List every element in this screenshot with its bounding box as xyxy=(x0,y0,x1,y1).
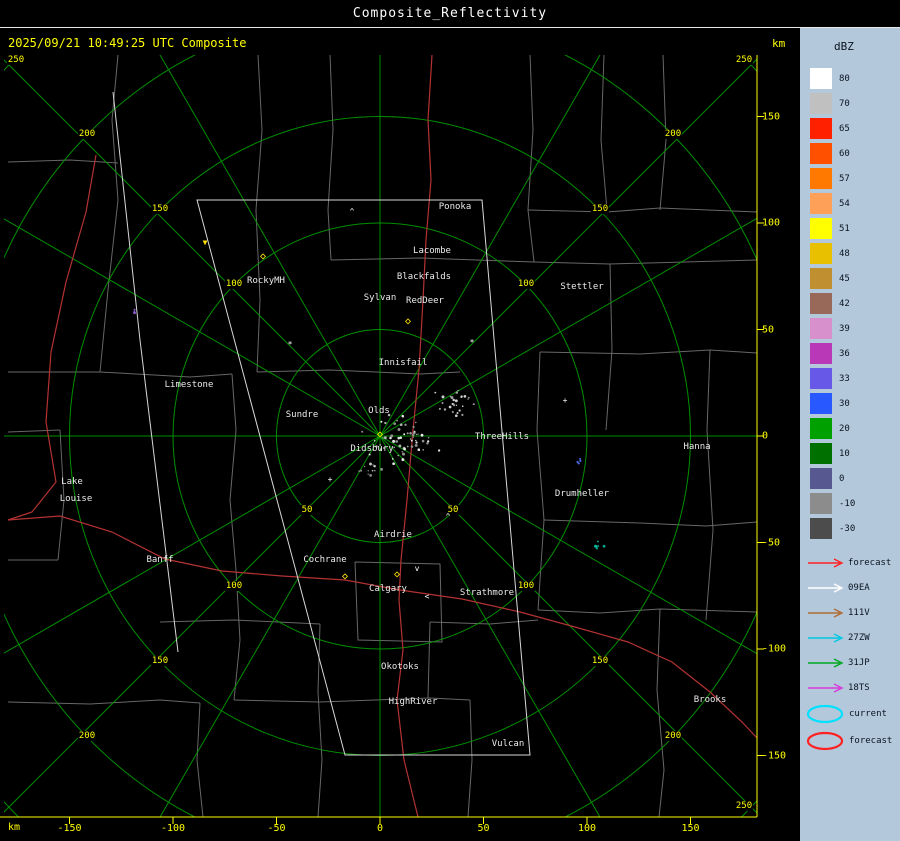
colorbar-value: 10 xyxy=(839,448,850,459)
colorbar-level: 60 xyxy=(800,141,900,166)
colorbar-swatch xyxy=(810,193,832,214)
colorbar-swatch xyxy=(810,268,832,289)
legend-arrow-row: forecast xyxy=(800,550,900,575)
storm-ellipse-icon xyxy=(806,731,844,750)
legend-arrow-label: 18TS xyxy=(848,682,870,693)
legend-arrow-label: 31JP xyxy=(848,657,870,668)
range-rings xyxy=(4,55,757,817)
colorbar-swatch xyxy=(810,418,832,439)
colorbar-swatch xyxy=(810,68,832,89)
colorbar-swatch xyxy=(810,518,832,539)
bottom-axis-unit: km xyxy=(8,822,21,833)
colorbar-level: 10 xyxy=(800,441,900,466)
colorbar-value: 45 xyxy=(839,273,850,284)
colorbar-level: 20 xyxy=(800,416,900,441)
colorbar-swatch xyxy=(810,468,832,489)
legend-ellipse-row: current xyxy=(800,700,900,727)
colorbar-title: dBZ xyxy=(834,40,854,53)
colorbar-level: 54 xyxy=(800,191,900,216)
colorbar-value: 36 xyxy=(839,348,850,359)
colorbar-level: 30 xyxy=(800,391,900,416)
legend-arrow-label: 09EA xyxy=(848,582,870,593)
legend-arrow-row: 18TS xyxy=(800,675,900,700)
colorbar-swatch xyxy=(810,168,832,189)
colorbar-value: 33 xyxy=(839,373,850,384)
storm-track-legend: forecast 09EA 111V 27ZW 31JP 18TS xyxy=(800,550,900,700)
legend-arrow-row: 09EA xyxy=(800,575,900,600)
legend-ellipse-label: forecast xyxy=(849,735,893,746)
colorbar-swatch xyxy=(810,493,832,514)
colorbar-level: 70 xyxy=(800,91,900,116)
colorbar-swatch xyxy=(810,343,832,364)
colorbar-value: 80 xyxy=(839,73,850,84)
colorbar-level: 39 xyxy=(800,316,900,341)
track-arrow-icon xyxy=(808,657,844,668)
legend-arrow-label: 111V xyxy=(848,607,870,618)
colorbar-value: 42 xyxy=(839,298,850,309)
timestamp: 2025/09/21 10:49:25 UTC Composite xyxy=(8,36,247,50)
colorbar-value: 57 xyxy=(839,173,850,184)
colorbar-value: 51 xyxy=(839,223,850,234)
colorbar-value: 30 xyxy=(839,398,850,409)
colorbar-level: 36 xyxy=(800,341,900,366)
colorbar-value: 54 xyxy=(839,198,850,209)
colorbar-swatch xyxy=(810,368,832,389)
colorbar-value: -10 xyxy=(839,498,856,509)
radar-map-canvas xyxy=(0,55,764,824)
colorbar-level: 45 xyxy=(800,266,900,291)
colorbar-swatch xyxy=(810,118,832,139)
track-arrow-icon xyxy=(808,682,844,693)
colorbar-swatch xyxy=(810,93,832,114)
right-axis-unit: km xyxy=(772,37,786,50)
reflectivity-echoes xyxy=(133,308,606,550)
colorbar-swatch xyxy=(810,293,832,314)
colorbar-swatch xyxy=(810,393,832,414)
colorbar-level: 0 xyxy=(800,466,900,491)
colorbar-value: 65 xyxy=(839,123,850,134)
colorbar-value: 70 xyxy=(839,98,850,109)
track-arrow-icon xyxy=(808,607,844,618)
track-arrow-icon xyxy=(808,632,844,643)
legend-ellipse-row: forecast xyxy=(800,727,900,754)
legend-ellipse-label: current xyxy=(849,708,887,719)
track-arrow-icon xyxy=(808,582,844,593)
colorbar-value: 60 xyxy=(839,148,850,159)
colorbar-level: 51 xyxy=(800,216,900,241)
colorbar-swatch xyxy=(810,443,832,464)
colorbar-value: 20 xyxy=(839,423,850,434)
colorbar-level: 33 xyxy=(800,366,900,391)
legend-arrow-row: 111V xyxy=(800,600,900,625)
colorbar-level: 42 xyxy=(800,291,900,316)
colorbar-swatch xyxy=(810,243,832,264)
legend-arrow-row: 31JP xyxy=(800,650,900,675)
legend-arrow-label: forecast xyxy=(848,557,892,568)
colorbar-value: 39 xyxy=(839,323,850,334)
colorbar: 80 70 65 60 57 54 51 48 45 42 39 36 33 30 20 10 0 -10 -30 xyxy=(800,66,900,541)
colorbar-level: 80 xyxy=(800,66,900,91)
legend-panel: dBZ 80 70 65 60 57 54 51 48 45 42 39 36 33 30 20 10 0 -10… xyxy=(800,28,900,841)
colorbar-swatch xyxy=(810,318,832,339)
colorbar-swatch xyxy=(810,143,832,164)
colorbar-value: 0 xyxy=(839,473,845,484)
colorbar-value: 48 xyxy=(839,248,850,259)
colorbar-value: -30 xyxy=(839,523,856,534)
legend-arrow-row: 27ZW xyxy=(800,625,900,650)
title-bar: Composite_Reflectivity xyxy=(0,0,900,28)
colorbar-level: -10 xyxy=(800,491,900,516)
storm-ellipse-legend: current forecast xyxy=(800,700,900,754)
radar-coverage-outline xyxy=(112,91,531,756)
colorbar-level: 57 xyxy=(800,166,900,191)
window-title: Composite_Reflectivity xyxy=(352,6,548,21)
colorbar-level: 48 xyxy=(800,241,900,266)
colorbar-level: -30 xyxy=(800,516,900,541)
storm-ellipse-icon xyxy=(806,704,844,723)
legend-arrow-label: 27ZW xyxy=(848,632,870,643)
colorbar-level: 65 xyxy=(800,116,900,141)
track-arrow-icon xyxy=(808,557,844,568)
colorbar-swatch xyxy=(810,218,832,239)
